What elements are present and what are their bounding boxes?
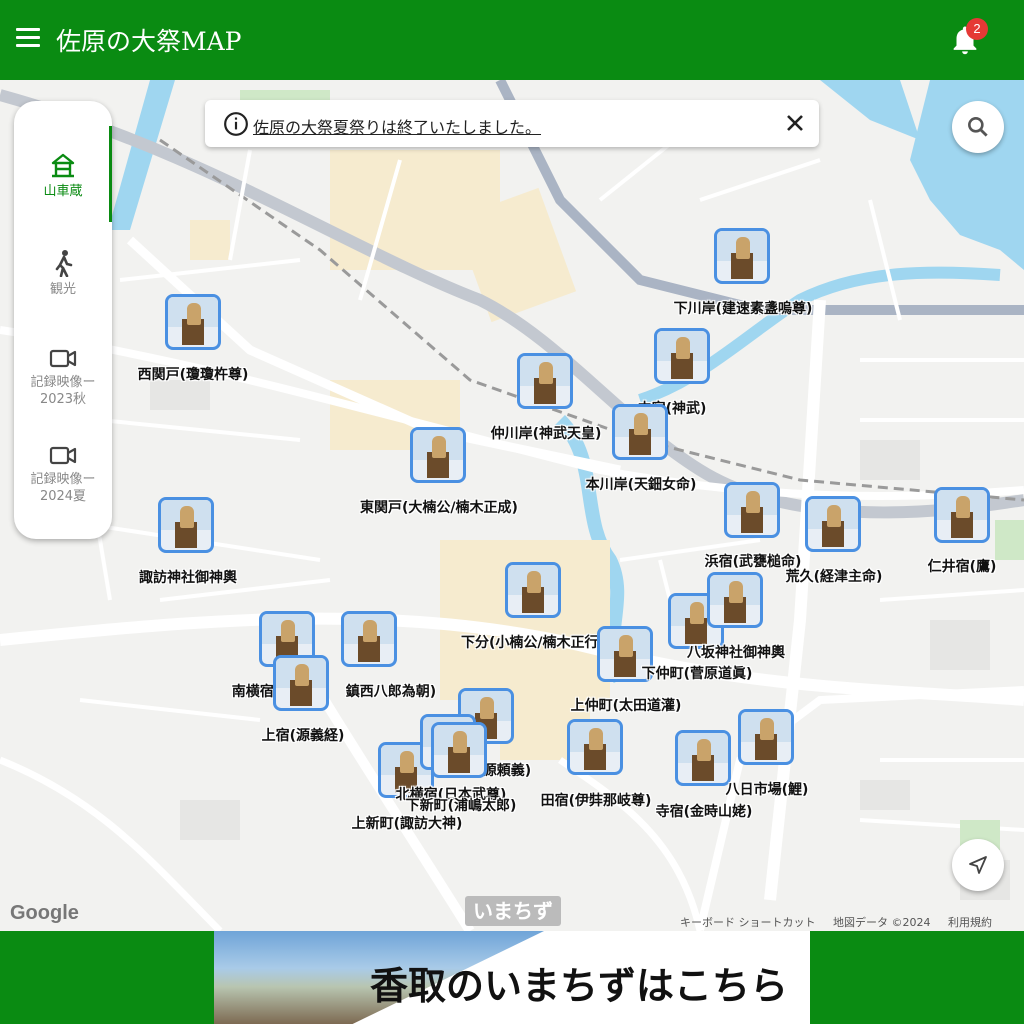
keyboard-shortcuts-link[interactable]: キーボード ショートカット — [680, 916, 816, 929]
marker-label: 源頼義) — [482, 763, 532, 779]
float-marker[interactable] — [165, 294, 221, 350]
marker-label: 鎮西八郎為朝) — [345, 684, 437, 700]
navigation-arrow-icon — [969, 856, 987, 874]
search-icon — [968, 117, 988, 137]
marker-label: 荒久(経津主命) — [785, 569, 883, 585]
float-marker[interactable] — [158, 497, 214, 553]
info-icon — [224, 112, 248, 136]
marker-label: 諏訪神社御神輿 — [139, 570, 237, 586]
marker-label: 八日市場(鯉) — [725, 782, 809, 798]
walking-person-icon — [55, 250, 73, 277]
video-camera-icon — [49, 446, 77, 465]
shrine-icon — [51, 153, 75, 178]
notice-banner: 佐原の大祭夏祭りは終了いたしました。 — [205, 100, 819, 147]
marker-label: 東関戸(大楠公/楠木正成) — [360, 500, 518, 516]
hamburger-menu-icon[interactable] — [16, 28, 42, 52]
imachizu-banner[interactable]: 香取のいまちずはこちら — [214, 931, 810, 1024]
float-marker[interactable] — [505, 562, 561, 618]
marker-label: 下新町(浦嶋太郎) — [405, 798, 517, 814]
float-marker[interactable] — [517, 353, 573, 409]
marker-label: 仲川岸(神武天皇) — [490, 426, 602, 442]
float-marker[interactable] — [567, 719, 623, 775]
app-title: 佐原の大祭MAP — [56, 27, 242, 56]
marker-label: 下川岸(建速素盞嗚尊) — [673, 301, 813, 317]
search-button[interactable] — [952, 101, 1004, 153]
sidebar-item-label: 山車蔵 — [43, 184, 83, 199]
float-marker[interactable] — [724, 482, 780, 538]
map-attribution: キーボード ショートカット 地図データ ©2024 利用規約 — [680, 914, 1006, 930]
float-marker[interactable] — [707, 572, 763, 628]
google-logo: Google — [10, 902, 79, 924]
float-marker[interactable] — [273, 655, 329, 711]
float-marker[interactable] — [410, 427, 466, 483]
sidebar-item-dashigura[interactable]: 山車蔵 — [14, 153, 112, 200]
video-camera-icon — [49, 349, 77, 368]
float-marker[interactable] — [654, 328, 710, 384]
terms-link[interactable]: 利用規約 — [948, 916, 992, 929]
marker-label: 下分(小楠公/楠木正行) — [461, 635, 605, 651]
float-marker[interactable] — [612, 404, 668, 460]
notification-badge: 2 — [966, 18, 988, 40]
marker-label: 上宿(源義経) — [261, 728, 345, 744]
close-icon[interactable] — [783, 111, 807, 135]
float-marker[interactable] — [341, 611, 397, 667]
marker-label: 本川岸(天鈿女命) — [585, 477, 697, 493]
marker-label: 八坂神社御神輿 — [687, 645, 785, 661]
marker-label: 寺宿(金時山姥) — [655, 804, 753, 820]
notice-link[interactable]: 佐原の大祭夏祭りは終了いたしました。 — [253, 114, 541, 138]
category-sidebar: 山車蔵 観光 記録映像ー 2023秋 記録映像ー 2024夏 — [14, 101, 112, 539]
sidebar-item-kanko[interactable]: 観光 — [14, 249, 112, 298]
map-data-label: 地図データ ©2024 — [833, 916, 931, 929]
float-marker[interactable] — [714, 228, 770, 284]
banner-text: 香取のいまちずはこちら — [370, 964, 789, 1008]
sidebar-item-label: 記録映像ー 2023秋 — [30, 375, 96, 407]
sidebar-item-video-2023[interactable]: 記録映像ー 2023秋 — [14, 346, 112, 408]
imachizu-logo: いまちず — [465, 896, 561, 926]
app-header: 佐原の大祭MAP 2 — [0, 0, 1024, 80]
marker-label: 仁井宿(鷹) — [927, 559, 997, 575]
my-location-button[interactable] — [952, 839, 1004, 891]
sidebar-item-label: 記録映像ー 2024夏 — [30, 472, 96, 504]
float-marker[interactable] — [805, 496, 861, 552]
float-marker[interactable] — [738, 709, 794, 765]
float-marker[interactable] — [934, 487, 990, 543]
marker-label: 田宿(伊弉那岐尊) — [540, 793, 652, 809]
marker-label: 下仲町(菅原道眞) — [641, 666, 753, 682]
float-marker[interactable] — [675, 730, 731, 786]
sidebar-item-label: 観光 — [49, 282, 76, 297]
sidebar-item-video-2024[interactable]: 記録映像ー 2024夏 — [14, 443, 112, 505]
marker-label: 上新町(諏訪大神) — [351, 816, 463, 832]
marker-label: 上仲町(太田道灌) — [570, 698, 682, 714]
float-marker[interactable] — [431, 722, 487, 778]
marker-label: 西関戸(瓊瓊杵尊) — [137, 367, 249, 383]
